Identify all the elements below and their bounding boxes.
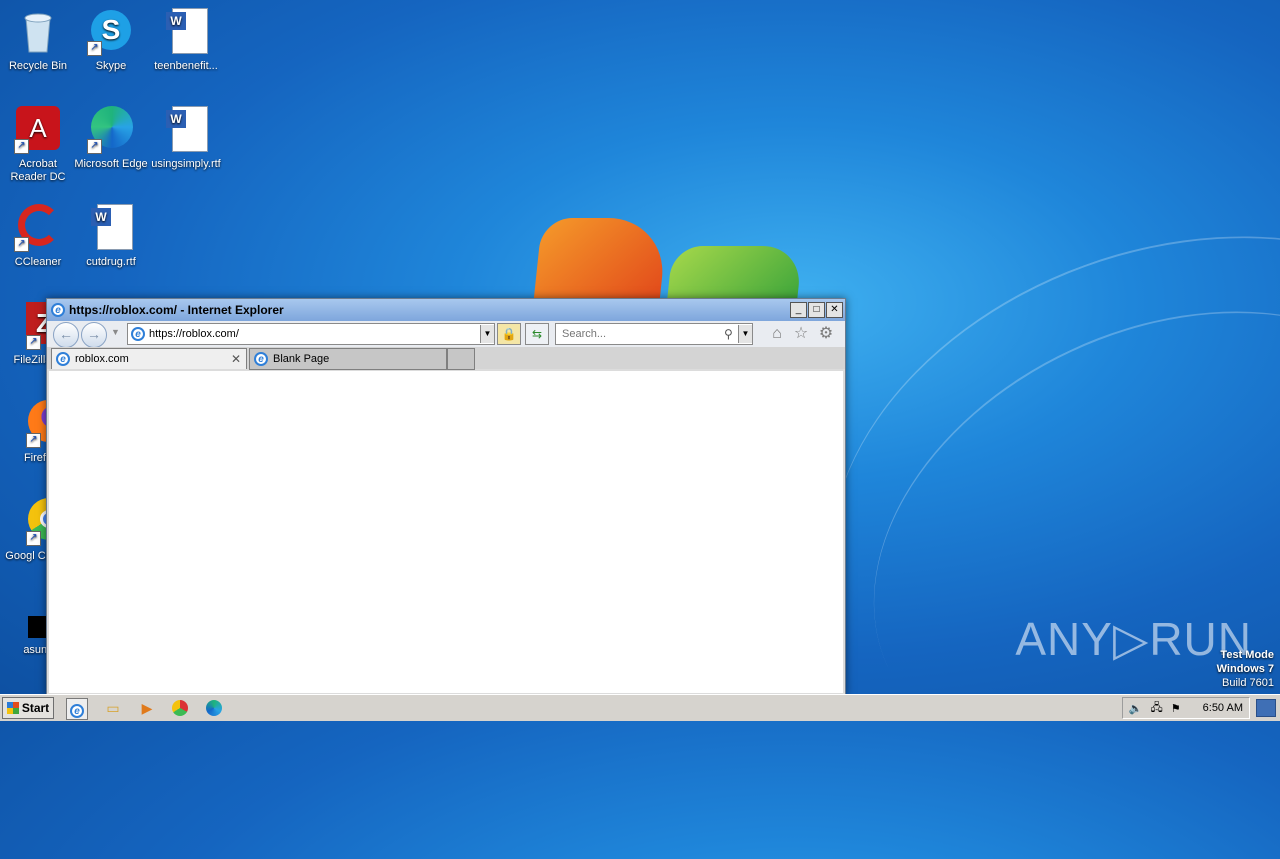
- lock-icon[interactable]: 🔒: [497, 323, 521, 345]
- ccleaner-icon: ↗: [14, 204, 62, 252]
- shortcut-arrow-icon: ↗: [26, 335, 41, 350]
- start-label: Start: [21, 701, 50, 715]
- ie-logo-icon: e: [51, 303, 65, 317]
- ie-navigation-toolbar: ← → ▼ e https://roblox.com/ ▼ 🔒 ⇆ ⚲ ▼ ⌂ …: [47, 321, 845, 348]
- maximize-button[interactable]: □: [808, 302, 825, 318]
- recycle-bin-icon: [14, 8, 62, 56]
- tab-label: Blank Page: [273, 353, 330, 365]
- ie-window[interactable]: e https://roblox.com/ - Internet Explore…: [46, 298, 846, 696]
- taskbar: Start e ▭ ▶ 🔈 🖧 ⚑ 6:50 AM: [0, 694, 1280, 721]
- back-arrow-icon[interactable]: ←: [53, 322, 79, 348]
- forward-arrow-icon[interactable]: →: [81, 322, 107, 348]
- shortcut-arrow-icon: ↗: [87, 41, 102, 56]
- desktop-icon-label: Acrobat Reader DC: [10, 158, 66, 183]
- word-document-icon: W: [162, 106, 210, 154]
- taskbar-ie-icon[interactable]: e: [66, 698, 88, 720]
- desktop-icon-acrobat[interactable]: A ↗ Acrobat Reader DC: [0, 106, 76, 184]
- wallpaper-streak: [798, 222, 1280, 859]
- tab-bar: e roblox.com ✕ e Blank Page: [47, 347, 845, 370]
- taskbar-explorer-icon[interactable]: ▭: [103, 698, 123, 718]
- shortcut-arrow-icon: ↗: [26, 531, 41, 546]
- tab-favicon-icon: e: [56, 352, 70, 366]
- address-value: https://roblox.com/: [149, 328, 239, 340]
- skype-icon: S ↗: [87, 8, 135, 56]
- tab-close-icon[interactable]: ✕: [231, 352, 241, 366]
- clock[interactable]: 6:50 AM: [1203, 702, 1243, 714]
- desktop-icon-label: CCleaner: [14, 256, 62, 268]
- desktop-icon-label: usingsimply.rtf: [151, 158, 221, 170]
- close-button[interactable]: ✕: [826, 302, 843, 318]
- shortcut-arrow-icon: ↗: [14, 237, 29, 252]
- refresh-icon[interactable]: ⇆: [525, 323, 549, 345]
- shortcut-arrow-icon: ↗: [14, 139, 29, 154]
- desktop-icon-edge[interactable]: ↗ Microsoft Edge: [73, 106, 149, 171]
- settings-gear-icon[interactable]: ⚙: [816, 324, 836, 344]
- word-document-icon: W: [162, 8, 210, 56]
- action-center-flag-icon[interactable]: ⚑: [1171, 702, 1181, 715]
- search-icon[interactable]: ⚲: [724, 327, 733, 341]
- tab-favicon-icon: e: [254, 352, 268, 366]
- search-box[interactable]: ⚲ ▼: [555, 323, 753, 345]
- show-desktop-icon[interactable]: [1256, 699, 1276, 717]
- start-button[interactable]: Start: [2, 697, 54, 719]
- desktop-icon-label: teenbenefit...: [154, 60, 218, 72]
- desktop-icon-ccleaner[interactable]: ↗ CCleaner: [0, 204, 76, 269]
- build-line: Build 7601: [1222, 677, 1274, 689]
- tab-blank-page[interactable]: e Blank Page: [249, 348, 447, 370]
- page-icon: e: [131, 327, 145, 341]
- home-icon[interactable]: ⌂: [767, 324, 787, 344]
- test-mode-line: Test Mode: [1220, 649, 1274, 661]
- minimize-button[interactable]: _: [790, 302, 807, 318]
- page-content[interactable]: [49, 371, 843, 693]
- desktop-icon-cutdrug[interactable]: W cutdrug.rtf: [73, 204, 149, 269]
- desktop-icon-recycle-bin[interactable]: Recycle Bin: [0, 8, 76, 73]
- search-dropdown-icon[interactable]: ▼: [738, 325, 752, 343]
- test-mode-label: Test Mode Windows 7 Build 7601: [1217, 648, 1274, 690]
- taskbar-chrome-icon[interactable]: [170, 698, 190, 718]
- taskbar-edge-icon[interactable]: [204, 698, 224, 718]
- taskbar-media-player-icon[interactable]: ▶: [137, 698, 157, 718]
- network-icon[interactable]: 🖧: [1151, 699, 1163, 718]
- shortcut-arrow-icon: ↗: [26, 433, 41, 448]
- ie-title-bar[interactable]: e https://roblox.com/ - Internet Explore…: [47, 299, 845, 321]
- desktop-icon-label: Recycle Bin: [8, 60, 68, 72]
- edge-icon: ↗: [87, 106, 135, 154]
- desktop-icon-label: cutdrug.rtf: [86, 256, 136, 268]
- word-document-icon: W: [87, 204, 135, 252]
- desktop-icon-skype[interactable]: S ↗ Skype: [73, 8, 149, 73]
- new-tab-button[interactable]: [447, 348, 475, 370]
- address-bar[interactable]: e https://roblox.com/ ▼: [127, 323, 495, 345]
- search-input[interactable]: [560, 327, 724, 341]
- desktop-icon-label: Skype: [95, 60, 127, 72]
- window-title: https://roblox.com/ - Internet Explorer: [69, 303, 284, 317]
- address-dropdown-icon[interactable]: ▼: [480, 325, 494, 343]
- shortcut-arrow-icon: ↗: [87, 139, 102, 154]
- windows-version-line: Windows 7: [1216, 663, 1274, 675]
- windows-flag-icon: [6, 702, 19, 714]
- desktop-icon-teenbenefit[interactable]: W teenbenefit...: [148, 8, 224, 73]
- acrobat-icon: A ↗: [14, 106, 62, 154]
- desktop-icon-label: Microsoft Edge: [74, 158, 148, 170]
- volume-icon[interactable]: 🔈: [1129, 702, 1143, 715]
- windows-logo-icon: [528, 218, 808, 300]
- tab-roblox[interactable]: e roblox.com ✕: [51, 348, 247, 369]
- tab-label: roblox.com: [75, 353, 129, 365]
- desktop-icon-usingsimply[interactable]: W usingsimply.rtf: [148, 106, 224, 171]
- history-dropdown-icon[interactable]: ▼: [111, 327, 120, 337]
- system-tray: 🔈 🖧 ⚑ 6:50 AM: [1121, 697, 1250, 719]
- favorites-star-icon[interactable]: ☆: [791, 324, 811, 344]
